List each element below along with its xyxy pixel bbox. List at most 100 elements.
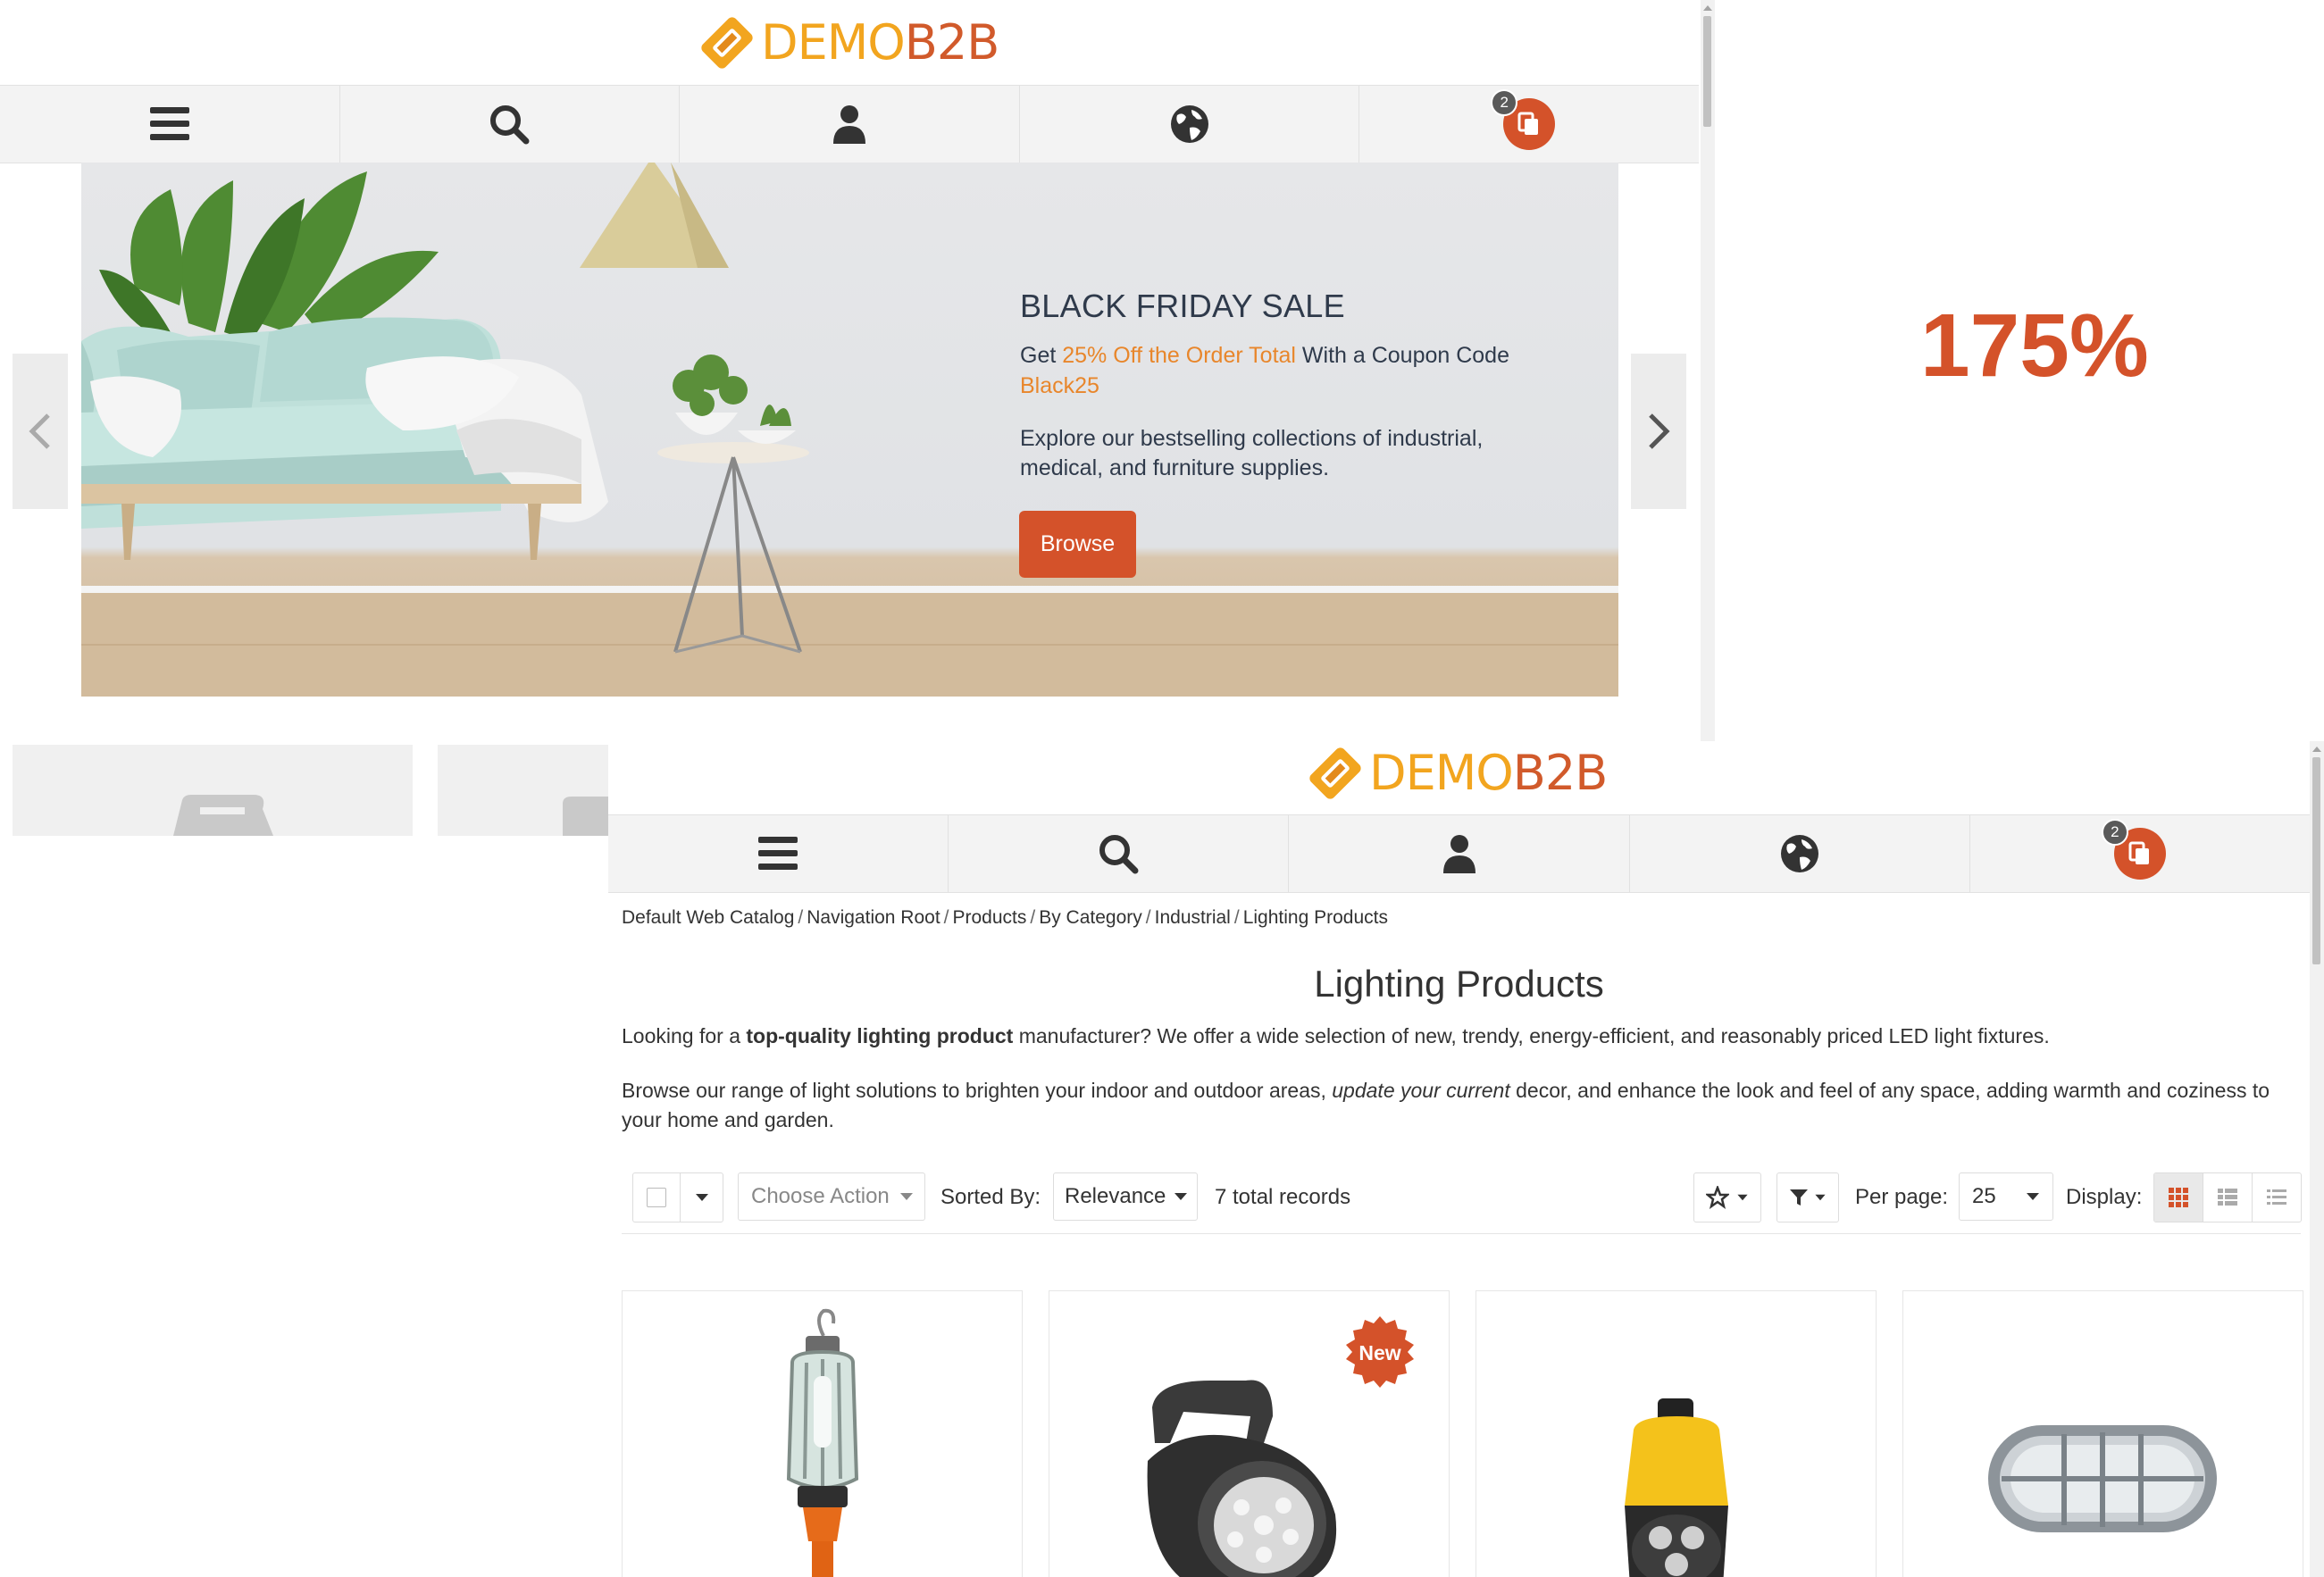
menu-button[interactable] [608,815,949,892]
hero-banner: BLACK FRIDAY SALE Get 25% Off the Order … [81,163,1618,697]
site-logo[interactable]: DEMOB2B [700,16,999,70]
slider-prev-button[interactable] [13,354,68,509]
intro-paragraph-1: Looking for a top-quality lighting produ… [622,1022,2301,1051]
breadcrumb-current: Lighting Products [1242,907,1388,928]
account-button[interactable] [680,86,1020,163]
product-image-bulkhead-light [1988,1425,2217,1532]
intro-p1-text-a: Looking for a [622,1024,747,1047]
display-label: Display: [2066,1185,2143,1209]
caret-down-icon [1815,1194,1826,1201]
scroll-up-arrow-icon[interactable] [1703,5,1712,11]
intro-p2-italic: update your current [1332,1079,1510,1102]
breadcrumb-separator: / [798,907,804,928]
breadcrumb-separator: / [1145,907,1151,928]
select-all-dropdown-button[interactable] [681,1194,723,1201]
cart-count-badge: 2 [2101,819,2128,846]
breadcrumb-link-products[interactable]: Products [953,907,1027,928]
category-tile-icon [563,797,609,836]
main-nav-bar: 2 [608,814,2310,893]
page-title: Lighting Products [1314,963,1604,1005]
language-button[interactable] [1630,815,1970,892]
main-nav-bar: 2 [0,85,1699,163]
search-button[interactable] [340,86,681,163]
breadcrumb-link-catalog[interactable]: Default Web Catalog [622,907,794,928]
back-window-scrollbar[interactable] [1701,0,1715,741]
per-page-value: 25 [1972,1184,1996,1208]
globe-icon [1170,105,1208,143]
sorted-by-label: Sorted By: [940,1185,1041,1209]
scroll-up-arrow-icon[interactable] [2312,747,2321,752]
search-icon [1099,835,1139,874]
hero-coupon-code: Black25 [1020,373,1099,398]
product-card[interactable]: New [1049,1290,1450,1577]
compact-list-view-button[interactable] [2253,1173,2301,1222]
logo-mark-icon [1309,747,1361,799]
breadcrumb: Default Web Catalog / Navigation Root / Prod… [622,907,1388,929]
language-button[interactable] [1020,86,1360,163]
hero-offer-highlight: 25% Off the Order Total [1062,343,1296,368]
filter-button[interactable] [1776,1172,1839,1222]
intro-paragraph-2: Browse our range of light solutions to b… [622,1076,2301,1135]
product-card[interactable] [1475,1290,1877,1577]
breadcrumb-link-industrial[interactable]: Industrial [1155,907,1231,928]
caret-down-icon [1737,1194,1748,1201]
user-icon [1442,835,1475,873]
hero-title: BLACK FRIDAY SALE [1020,288,1345,324]
per-page-select[interactable]: 25 [1959,1172,2053,1221]
choose-action-dropdown[interactable]: Choose Action [738,1172,925,1221]
breadcrumb-link-by-category[interactable]: By Category [1039,907,1142,928]
logo-text-demo: DEMO [1369,745,1514,801]
logo-mark-icon [701,17,753,69]
slider-next-button[interactable] [1631,354,1686,509]
hero-description: Explore our bestselling collections of i… [1020,426,1484,480]
new-badge-label: New [1358,1341,1401,1364]
caret-down-icon [695,1194,708,1201]
intro-p1-text-b: manufacturer? We offer a wide selection … [1013,1024,2050,1047]
grid-view-icon [2169,1188,2188,1207]
scrollbar-thumb[interactable] [1703,16,1711,127]
grid-view-button[interactable] [2154,1173,2203,1222]
cart-icon: 2 [1491,89,1556,150]
account-button[interactable] [1289,815,1630,892]
select-all-control [632,1172,723,1222]
product-image-work-light [786,1308,859,1577]
favorites-button[interactable] [1693,1172,1761,1222]
cart-button[interactable]: 2 [1970,815,2310,892]
category-tile[interactable] [13,745,413,836]
breadcrumb-separator: / [1233,907,1240,928]
browse-button[interactable]: Browse [1019,511,1136,578]
cart-button[interactable]: 2 [1359,86,1699,163]
sort-select[interactable]: Relevance [1053,1172,1198,1221]
cart-count-badge: 2 [1491,89,1518,116]
site-logo[interactable]: DEMOB2B [1308,745,1608,801]
search-button[interactable] [949,815,1290,892]
product-card[interactable] [1902,1290,2303,1577]
scrollbar-thumb[interactable] [2312,757,2320,964]
product-card[interactable] [622,1290,1023,1577]
list-view-icon [2218,1189,2237,1206]
cart-icon: 2 [2101,819,2166,880]
front-window: DEMOB2B 2 Default Web Catalog / Navigation… [608,741,2324,1577]
sort-select-value: Relevance [1065,1184,1166,1208]
hero-offer-with-coupon: With a Coupon Code [1295,343,1509,368]
breadcrumb-link-root[interactable]: Navigation Root [807,907,940,928]
intro-p1-bold: top-quality lighting product [746,1024,1014,1047]
choose-action-label: Choose Action [751,1184,890,1208]
logo-text-b2b: B2B [904,14,999,71]
filter-icon [1790,1189,1808,1206]
star-icon [1706,1186,1729,1209]
product-list-toolbar: Choose Action Sorted By: Relevance 7 tot… [622,1172,2302,1234]
list-view-button[interactable] [2203,1173,2253,1222]
product-image-flashlight [1625,1398,1728,1577]
menu-button[interactable] [0,86,340,163]
select-all-checkbox[interactable] [633,1173,681,1222]
total-records: 7 total records [1215,1185,1351,1209]
caret-down-icon [1175,1193,1188,1200]
breadcrumb-separator: / [1030,907,1036,928]
per-page-label: Per page: [1855,1185,1949,1209]
category-tile[interactable] [438,745,609,836]
chevron-left-icon [29,413,50,449]
front-window-scrollbar[interactable] [2310,741,2324,1577]
category-tile-icon [173,795,273,836]
zoom-level: 175% [1920,296,2149,396]
